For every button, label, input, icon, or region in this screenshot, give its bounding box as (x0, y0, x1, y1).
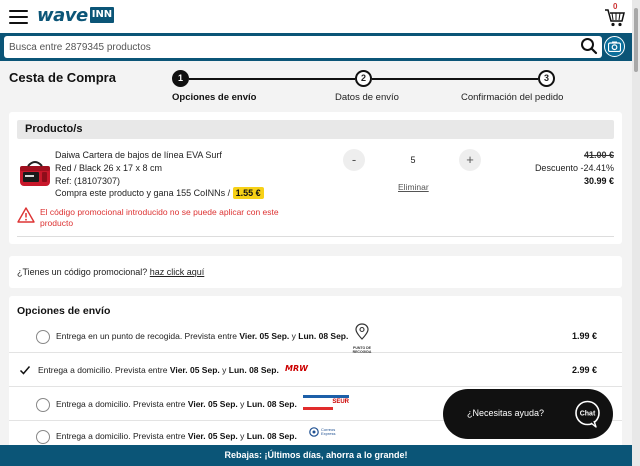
sale-banner[interactable]: Rebajas: ¡Últimos días, ahorra a lo gran… (0, 445, 632, 466)
step-2-label: Datos de envío (335, 92, 399, 103)
help-chat-bubble[interactable]: ¿Necesitas ayuda? Chat (443, 389, 613, 439)
original-price: 41.00 € (583, 150, 614, 160)
promo-error-text: El código promocional introducido no se … (40, 207, 279, 228)
product-variant: Red / Black 26 x 17 x 8 cm (55, 163, 163, 173)
seur-logo-text: SEUR (332, 399, 349, 405)
search-bar (0, 33, 632, 61)
shipping-date-from: Vier. 05 Sep. (187, 431, 238, 441)
shipping-option-text: Entrega a domicilio. Prevista entre Vier… (56, 431, 297, 441)
logo-wave-text: wave (37, 4, 88, 26)
promo-code-row: ¿Tienes un código promocional? haz click… (17, 267, 204, 277)
shipping-date-to: Lun. 08 Sep. (298, 331, 349, 341)
shipping-text-prefix: Entrega a domicilio. Prevista entre (56, 399, 186, 409)
shipping-conj: y (240, 399, 245, 409)
check-icon (19, 366, 31, 375)
top-header: wave INN 0 (0, 0, 632, 34)
step-2-dot: 2 (355, 70, 372, 87)
camera-icon (608, 41, 621, 52)
product-card: Producto/s Daiwa Cartera de bajos de lín… (9, 112, 622, 244)
shipping-conj: y (222, 365, 227, 375)
seur-logo: SEUR (303, 395, 349, 413)
cart-count-badge: 0 (613, 2, 618, 11)
product-section-heading: Producto/s (17, 120, 614, 139)
camera-search-button[interactable] (604, 36, 625, 57)
product-coins-line: Compra este producto y gana 155 CoINNs /… (55, 187, 264, 199)
product-ref: Ref: (18107307) (55, 176, 121, 186)
chat-icon[interactable]: Chat (574, 400, 601, 428)
shipping-date-from: Vier. 05 Sep. (239, 331, 290, 341)
shipping-date-to: Lun. 08 Sep. (228, 365, 279, 375)
shipping-option-mrw[interactable]: Entrega a domicilio. Prevista entre Vier… (9, 355, 622, 387)
shipping-option-pickup[interactable]: Entrega en un punto de recogida. Previst… (9, 321, 622, 354)
coins-value-badge: 1.55 € (232, 187, 264, 199)
logo-inn-text: INN (89, 7, 115, 23)
shipping-conj: y (240, 431, 245, 441)
warning-icon (17, 207, 35, 223)
shipping-radio[interactable] (36, 330, 50, 344)
shipping-text-prefix: Entrega a domicilio. Prevista entre (38, 365, 168, 375)
search-input[interactable] (4, 36, 602, 58)
step-1-dot: 1 (172, 70, 189, 87)
shipping-text-prefix: Entrega en un punto de recogida. Previst… (56, 331, 237, 341)
remove-item-link[interactable]: Eliminar (398, 182, 429, 192)
shipping-date-to: Lun. 08 Sep. (246, 431, 297, 441)
pickup-point-icon (355, 323, 369, 340)
quantity-increase-button[interactable]: + (459, 149, 481, 171)
step-3-label: Confirmación del pedido (461, 92, 564, 103)
mrw-logo: MRW (285, 364, 308, 373)
shipping-date-from: Vier. 05 Sep. (187, 399, 238, 409)
pickup-point-logo: PUNTO DE RECOGIDA (351, 323, 373, 354)
menu-icon[interactable] (9, 10, 28, 24)
correos-express-logo: Correos Express (309, 427, 341, 437)
pickup-point-label: PUNTO DE RECOGIDA (352, 346, 372, 354)
shipping-option-text: Entrega a domicilio. Prevista entre Vier… (38, 365, 279, 375)
discount-label: Descuento -24.41% (534, 163, 614, 173)
shipping-title: Opciones de envío (17, 305, 111, 317)
shipping-conj: y (291, 331, 296, 341)
scrollbar-thumb[interactable] (634, 8, 638, 72)
promo-question: ¿Tienes un código promocional? (17, 267, 148, 277)
correos-horn-icon (309, 427, 319, 437)
quantity-decrease-button[interactable]: - (343, 149, 365, 171)
step-1-label: Opciones de envío (172, 92, 257, 103)
promo-code-link[interactable]: haz click aquí (150, 267, 205, 277)
product-divider (17, 236, 614, 237)
final-price: 30.99 € (583, 176, 614, 186)
shipping-option-text: Entrega a domicilio. Prevista entre Vier… (56, 399, 297, 409)
stepper-line-2 (372, 78, 538, 80)
correos-logo-text: Correos Express (321, 426, 336, 436)
stepper-line-1 (189, 78, 355, 80)
coins-text: Compra este producto y gana 155 CoINNs / (55, 188, 231, 198)
shipping-radio[interactable] (36, 430, 50, 444)
shipping-option-text: Entrega en un punto de recogida. Previst… (56, 331, 348, 341)
shipping-price: 2.99 € (571, 365, 597, 375)
shipping-radio[interactable] (36, 398, 50, 412)
shipping-date-from: Vier. 05 Sep. (169, 365, 220, 375)
site-logo[interactable]: wave INN (37, 4, 115, 26)
search-icon[interactable] (580, 37, 598, 55)
step-3-dot: 3 (538, 70, 555, 87)
chat-label: Chat (580, 411, 596, 418)
page-title: Cesta de Compra (9, 70, 116, 85)
promo-code-card: ¿Tienes un código promocional? haz click… (9, 256, 622, 288)
product-image[interactable] (18, 156, 52, 189)
shipping-price: 1.99 € (571, 331, 597, 341)
product-name[interactable]: Daiwa Cartera de bajos de línea EVA Surf (55, 150, 222, 160)
help-text: ¿Necesitas ayuda? (467, 408, 545, 418)
shipping-text-prefix: Entrega a domicilio. Prevista entre (56, 431, 186, 441)
shipping-date-to: Lun. 08 Sep. (246, 399, 297, 409)
quantity-value: 5 (410, 155, 416, 165)
